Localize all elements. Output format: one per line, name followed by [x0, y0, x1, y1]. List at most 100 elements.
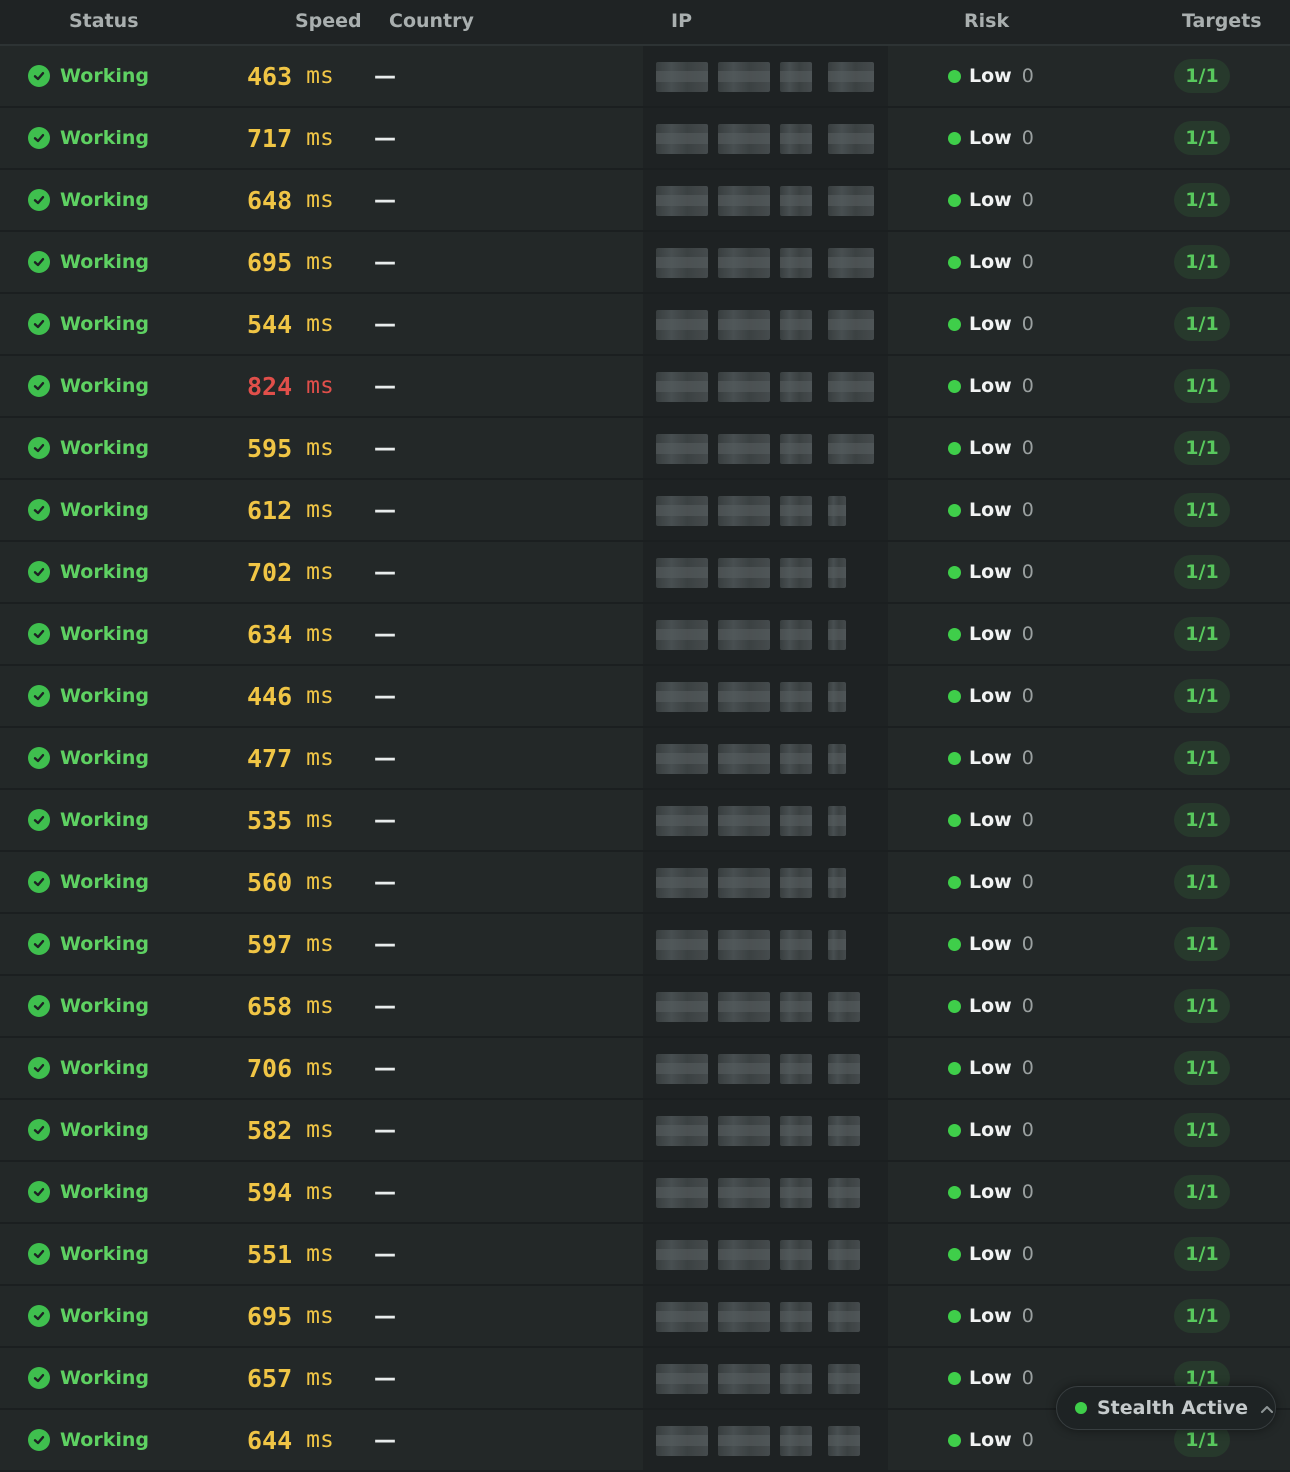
risk-status-dot-icon — [948, 937, 961, 951]
chevron-up-icon[interactable] — [1260, 1399, 1274, 1418]
check-circle-icon — [28, 623, 50, 645]
redaction-block — [718, 744, 770, 774]
column-header-risk[interactable]: Risk — [964, 0, 1009, 44]
redaction-block — [656, 1426, 708, 1456]
redaction-block — [718, 868, 770, 898]
risk-cell: Low 0 — [948, 852, 1034, 912]
table-row[interactable]: Working 702 ms — Low 0 1/1 — [0, 542, 1290, 604]
speed-value: 551 — [247, 1239, 293, 1269]
table-row[interactable]: Working 582 ms — Low 0 1/1 — [0, 1100, 1290, 1162]
risk-status-dot-icon — [948, 1433, 961, 1447]
country-cell: — — [374, 1427, 396, 1453]
risk-cell: Low 0 — [948, 1348, 1034, 1408]
speed-unit: ms — [306, 559, 334, 585]
table-row[interactable]: Working 824 ms — Low 0 1/1 — [0, 356, 1290, 418]
risk-score: 0 — [1021, 437, 1034, 459]
table-row[interactable]: Working 648 ms — Low 0 1/1 — [0, 170, 1290, 232]
check-circle-icon — [28, 1057, 50, 1079]
table-row[interactable]: Working 446 ms — Low 0 1/1 — [0, 666, 1290, 728]
redaction-block — [828, 372, 874, 402]
risk-status-dot-icon — [948, 1371, 961, 1385]
column-header-status[interactable]: Status — [69, 0, 139, 44]
targets-cell: 1/1 — [1174, 1038, 1230, 1098]
risk-status-dot-icon — [948, 813, 961, 827]
table-row[interactable]: Working 535 ms — Low 0 1/1 — [0, 790, 1290, 852]
speed-cell: 824 ms — [247, 356, 334, 416]
targets-badge: 1/1 — [1174, 431, 1230, 465]
table-row[interactable]: Working 477 ms — Low 0 1/1 — [0, 728, 1290, 790]
speed-cell: 648 ms — [247, 170, 334, 230]
country-cell: — — [374, 1241, 396, 1267]
table-row[interactable]: Working 695 ms — Low 0 1/1 — [0, 232, 1290, 294]
check-circle-icon — [28, 809, 50, 831]
table-row[interactable]: Working 658 ms — Low 0 1/1 — [0, 976, 1290, 1038]
risk-score: 0 — [1021, 1243, 1034, 1265]
ip-cell-redacted — [643, 914, 888, 974]
table-row[interactable]: Working 551 ms — Low 0 1/1 — [0, 1224, 1290, 1286]
targets-badge: 1/1 — [1174, 59, 1230, 93]
table-row[interactable]: Working 634 ms — Low 0 1/1 — [0, 604, 1290, 666]
column-header-targets[interactable]: Targets — [1182, 0, 1262, 44]
redaction-block — [828, 1240, 860, 1270]
risk-score: 0 — [1021, 375, 1034, 397]
ip-cell-redacted — [643, 666, 888, 726]
country-cell: — — [374, 311, 396, 337]
speed-unit: ms — [306, 807, 334, 833]
country-cell: — — [374, 1055, 396, 1081]
targets-badge: 1/1 — [1174, 1113, 1230, 1147]
country-cell: — — [374, 187, 396, 213]
redaction-block — [718, 1178, 770, 1208]
targets-cell: 1/1 — [1174, 728, 1230, 788]
column-header-country[interactable]: Country — [389, 0, 474, 44]
table-row[interactable]: Working 717 ms — Low 0 1/1 — [0, 108, 1290, 170]
targets-cell: 1/1 — [1174, 356, 1230, 416]
targets-badge: 1/1 — [1174, 989, 1230, 1023]
table-row[interactable]: Working 544 ms — Low 0 1/1 — [0, 294, 1290, 356]
stealth-label: Stealth Active — [1097, 1397, 1249, 1419]
country-cell: — — [374, 125, 396, 151]
table-row[interactable]: Working 594 ms — Low 0 1/1 — [0, 1162, 1290, 1224]
risk-cell: Low 0 — [948, 728, 1034, 788]
table-row[interactable]: Working 463 ms — Low 0 1/1 — [0, 46, 1290, 108]
table-row[interactable]: Working 597 ms — Low 0 1/1 — [0, 914, 1290, 976]
redaction-block — [656, 1364, 708, 1394]
redaction-block — [718, 434, 770, 464]
speed-value: 824 — [247, 371, 293, 401]
redaction-block — [656, 1178, 708, 1208]
column-header-speed[interactable]: Speed — [295, 0, 362, 44]
speed-unit: ms — [306, 63, 334, 89]
risk-score: 0 — [1021, 685, 1034, 707]
targets-badge: 1/1 — [1174, 741, 1230, 775]
stealth-status-pill[interactable]: Stealth Active — [1056, 1386, 1276, 1430]
redaction-block — [656, 248, 708, 278]
table-row[interactable]: Working 706 ms — Low 0 1/1 — [0, 1038, 1290, 1100]
redaction-block — [718, 310, 770, 340]
targets-cell: 1/1 — [1174, 294, 1230, 354]
redaction-block — [718, 1426, 770, 1456]
status-label: Working — [60, 1119, 149, 1141]
risk-cell: Low 0 — [948, 976, 1034, 1036]
redaction-block — [780, 1364, 812, 1394]
table-row[interactable]: Working 612 ms — Low 0 1/1 — [0, 480, 1290, 542]
column-header-ip[interactable]: IP — [671, 0, 692, 44]
redaction-block — [780, 744, 812, 774]
risk-label: Low — [969, 809, 1012, 831]
status-label: Working — [60, 1429, 149, 1451]
redaction-block — [718, 992, 770, 1022]
risk-label: Low — [969, 437, 1012, 459]
risk-label: Low — [969, 995, 1012, 1017]
redaction-block — [656, 310, 708, 340]
speed-cell: 657 ms — [247, 1348, 334, 1408]
redaction-block — [718, 496, 770, 526]
risk-cell: Low 0 — [948, 914, 1034, 974]
risk-cell: Low 0 — [948, 1038, 1034, 1098]
risk-label: Low — [969, 189, 1012, 211]
targets-badge: 1/1 — [1174, 1175, 1230, 1209]
targets-cell: 1/1 — [1174, 604, 1230, 664]
risk-status-dot-icon — [948, 565, 961, 579]
country-cell: — — [374, 931, 396, 957]
country-cell: — — [374, 63, 396, 89]
table-row[interactable]: Working 560 ms — Low 0 1/1 — [0, 852, 1290, 914]
table-row[interactable]: Working 595 ms — Low 0 1/1 — [0, 418, 1290, 480]
table-row[interactable]: Working 695 ms — Low 0 1/1 — [0, 1286, 1290, 1348]
